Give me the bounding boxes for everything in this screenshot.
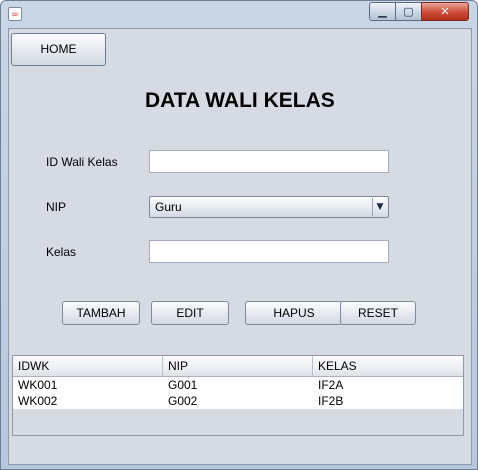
app-window: ☕ ▁ ▢ ✕ HOME DATA WALI KELAS ID Wali Kel… <box>0 0 478 470</box>
close-button[interactable]: ✕ <box>421 2 469 21</box>
cell-idwk: WK002 <box>18 394 58 408</box>
reset-button[interactable]: RESET <box>340 301 416 325</box>
table-row[interactable]: WK002 G002 IF2B <box>13 393 463 409</box>
column-header-idwk[interactable]: IDWK <box>13 356 163 376</box>
id-wali-kelas-field[interactable] <box>149 150 389 173</box>
kelas-label: Kelas <box>46 245 77 259</box>
table-header: IDWK NIP KELAS <box>13 356 463 377</box>
minimize-button[interactable]: ▁ <box>369 2 396 21</box>
java-cup-icon[interactable]: ☕ <box>8 7 22 21</box>
maximize-button[interactable]: ▢ <box>395 2 422 21</box>
cell-idwk: WK001 <box>18 378 58 392</box>
tambah-button[interactable]: TAMBAH <box>62 301 140 325</box>
main-panel: HOME DATA WALI KELAS ID Wali Kelas NIP G… <box>8 28 472 465</box>
nip-label: NIP <box>46 200 67 214</box>
hapus-button[interactable]: HAPUS <box>245 301 343 325</box>
kelas-field[interactable] <box>149 240 389 263</box>
cell-kelas: IF2B <box>318 394 344 408</box>
home-button[interactable]: HOME <box>11 33 106 66</box>
nip-selected-value: Guru <box>155 200 182 214</box>
id-wali-kelas-label: ID Wali Kelas <box>46 155 118 169</box>
wali-kelas-table[interactable]: IDWK NIP KELAS WK001 G001 IF2A WK002 G00… <box>12 355 464 436</box>
table-row[interactable]: WK001 G001 IF2A <box>13 377 463 393</box>
title-bar[interactable]: ☕ ▁ ▢ ✕ <box>1 1 477 25</box>
column-header-nip[interactable]: NIP <box>163 356 313 376</box>
edit-button[interactable]: EDIT <box>151 301 229 325</box>
cell-kelas: IF2A <box>318 378 344 392</box>
cell-nip: G002 <box>168 394 198 408</box>
cell-nip: G001 <box>168 378 198 392</box>
dropdown-arrow-icon[interactable]: ▼ <box>372 198 387 216</box>
nip-select[interactable]: Guru ▼ <box>149 196 389 218</box>
column-header-kelas[interactable]: KELAS <box>313 356 463 376</box>
page-title: DATA WALI KELAS <box>145 89 335 112</box>
